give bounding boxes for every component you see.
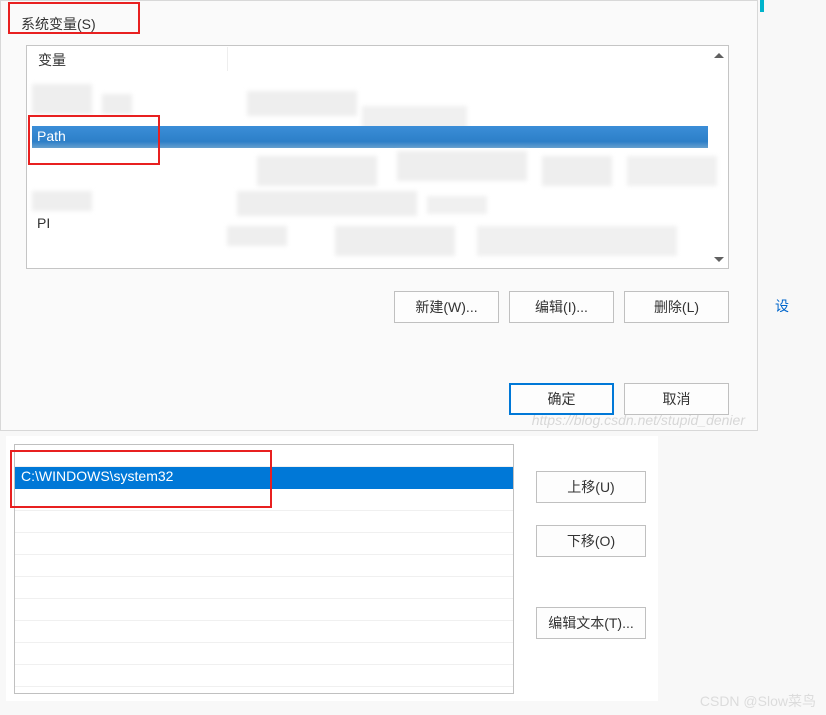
list-item[interactable] <box>15 643 513 665</box>
list-item[interactable] <box>15 577 513 599</box>
groupbox-title: 系统变量(S) <box>21 14 96 34</box>
list-item[interactable] <box>15 621 513 643</box>
list-item[interactable] <box>15 489 513 511</box>
redacted-region <box>542 156 612 186</box>
redacted-region <box>227 226 287 246</box>
redacted-region <box>32 191 92 211</box>
dialog-footer: 确定 取消 <box>509 383 729 415</box>
redacted-region <box>237 191 417 216</box>
side-label: 设 <box>775 296 789 316</box>
side-accent-bar <box>760 0 764 12</box>
watermark-url: https://blog.csdn.net/stupid_denier <box>532 412 745 428</box>
system-variables-group: 系统变量(S) 变量 Path PI 新建(W)... 编辑(I)... 删除(… <box>0 0 758 431</box>
column-header-variable[interactable]: 变量 <box>28 47 228 71</box>
cancel-button[interactable]: 取消 <box>624 383 729 415</box>
redacted-region <box>257 156 377 186</box>
variable-name-cell: Path <box>32 126 71 146</box>
variables-listbox[interactable]: 变量 Path PI <box>26 45 729 269</box>
scroll-down-icon[interactable] <box>710 250 728 268</box>
redacted-region <box>102 94 132 114</box>
list-item[interactable] <box>15 533 513 555</box>
redacted-region <box>427 196 487 214</box>
edit-button[interactable]: 编辑(I)... <box>509 291 614 323</box>
new-button[interactable]: 新建(W)... <box>394 291 499 323</box>
move-up-button[interactable]: 上移(U) <box>536 471 646 503</box>
redacted-region <box>477 226 677 256</box>
redacted-region <box>335 226 455 256</box>
list-item[interactable] <box>15 555 513 577</box>
scroll-up-icon[interactable] <box>710 46 728 64</box>
sysvar-button-row: 新建(W)... 编辑(I)... 删除(L) <box>394 291 729 323</box>
redacted-region <box>627 156 717 186</box>
list-item[interactable] <box>15 511 513 533</box>
edit-text-button[interactable]: 编辑文本(T)... <box>536 607 646 639</box>
redacted-region <box>247 91 357 116</box>
redacted-region <box>397 151 527 181</box>
list-item[interactable] <box>15 445 513 467</box>
move-down-button[interactable]: 下移(O) <box>536 525 646 557</box>
variable-row-partial[interactable]: PI <box>32 213 55 233</box>
spacer <box>536 579 646 585</box>
path-values-listbox[interactable]: C:\WINDOWS\system32 <box>14 444 514 694</box>
variable-row-path[interactable]: Path <box>32 126 708 148</box>
path-editor-panel: C:\WINDOWS\system32 上移(U) 下移(O) 编辑文本(T).… <box>6 436 658 701</box>
editor-button-column: 上移(U) 下移(O) 编辑文本(T)... <box>536 471 646 639</box>
ok-button[interactable]: 确定 <box>509 383 614 415</box>
redacted-region <box>32 84 92 114</box>
list-item[interactable] <box>15 599 513 621</box>
path-value-selected[interactable]: C:\WINDOWS\system32 <box>15 467 513 489</box>
delete-button[interactable]: 删除(L) <box>624 291 729 323</box>
list-item[interactable] <box>15 665 513 687</box>
watermark-author: CSDN @Slow菜鸟 <box>700 691 816 711</box>
